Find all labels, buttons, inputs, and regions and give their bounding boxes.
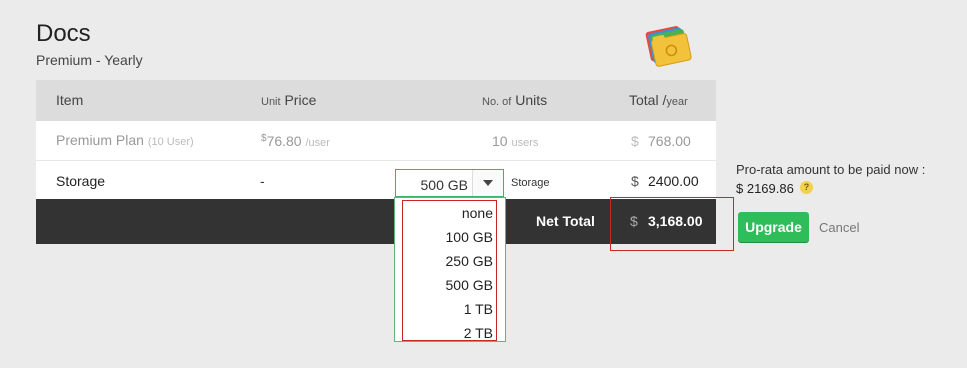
header-units-prefix: No. of [482,96,512,108]
plan-users-note: (10 User) [147,136,194,148]
header-units: Units [515,92,548,108]
storage-total: 2400.00 [648,173,699,189]
prorata-amount: $ 2169.86 [736,181,794,196]
storage-units-suffix: Storage [511,177,550,189]
net-total-label: Net Total [536,213,595,229]
plan-name: Premium Plan (10 User) [56,132,194,148]
header-unit-prefix: Unit [261,96,281,108]
header-total-label: Total / [629,92,667,108]
storage-option[interactable]: none [403,205,493,221]
storage-option[interactable]: 500 GB [403,277,493,293]
plan-total: 768.00 [648,133,691,149]
header-total: Total /year [629,92,688,108]
table-row-storage: Storage - Storage $ 2400.00 [36,161,716,199]
folder-icon [640,20,696,68]
header-unit-price: Unit Price [261,92,316,108]
storage-select-value: 500 GB [420,177,468,193]
plan-price-suffix: /user [305,137,330,149]
chevron-down-icon [483,180,493,186]
header-price: Price [284,92,317,108]
header-item: Item [56,92,84,108]
plan-units: 10 users [492,133,538,149]
header-no-of-units: No. of Units [482,92,547,108]
app-title: Docs [36,20,91,47]
table-header: Item Unit Price No. of Units Total /year [36,80,716,121]
plan-total-currency: $ [631,133,639,149]
storage-option[interactable]: 250 GB [403,253,493,269]
storage-option[interactable]: 2 TB [403,325,493,341]
storage-dropdown-menu: none 100 GB 250 GB 500 GB 1 TB 2 TB [394,197,506,342]
storage-options-list: none 100 GB 250 GB 500 GB 1 TB 2 TB [402,200,497,341]
plan-price-value: 76.80 [266,133,302,149]
help-icon[interactable]: ? [800,181,813,194]
header-total-suffix: year [666,96,688,108]
cancel-button[interactable]: Cancel [819,220,859,235]
storage-name: Storage [56,173,106,189]
storage-price: - [260,173,265,189]
table-row-plan: Premium Plan (10 User) $76.80 /user 10 u… [36,121,716,161]
plan-units-suffix: users [511,137,539,149]
net-total-highlight [610,197,734,251]
storage-select-toggle[interactable] [472,170,503,196]
plan-name-label: Premium Plan [56,132,144,148]
storage-option[interactable]: 100 GB [403,229,493,245]
upgrade-button[interactable]: Upgrade [738,212,809,242]
storage-select[interactable]: 500 GB [395,169,504,197]
prorata-label: Pro-rata amount to be paid now : [736,162,926,177]
storage-option[interactable]: 1 TB [403,301,493,317]
plan-subtitle: Premium - Yearly [36,52,143,68]
storage-total-currency: $ [631,173,639,189]
plan-units-value: 10 [492,133,508,149]
plan-price: $76.80 /user [261,133,330,149]
